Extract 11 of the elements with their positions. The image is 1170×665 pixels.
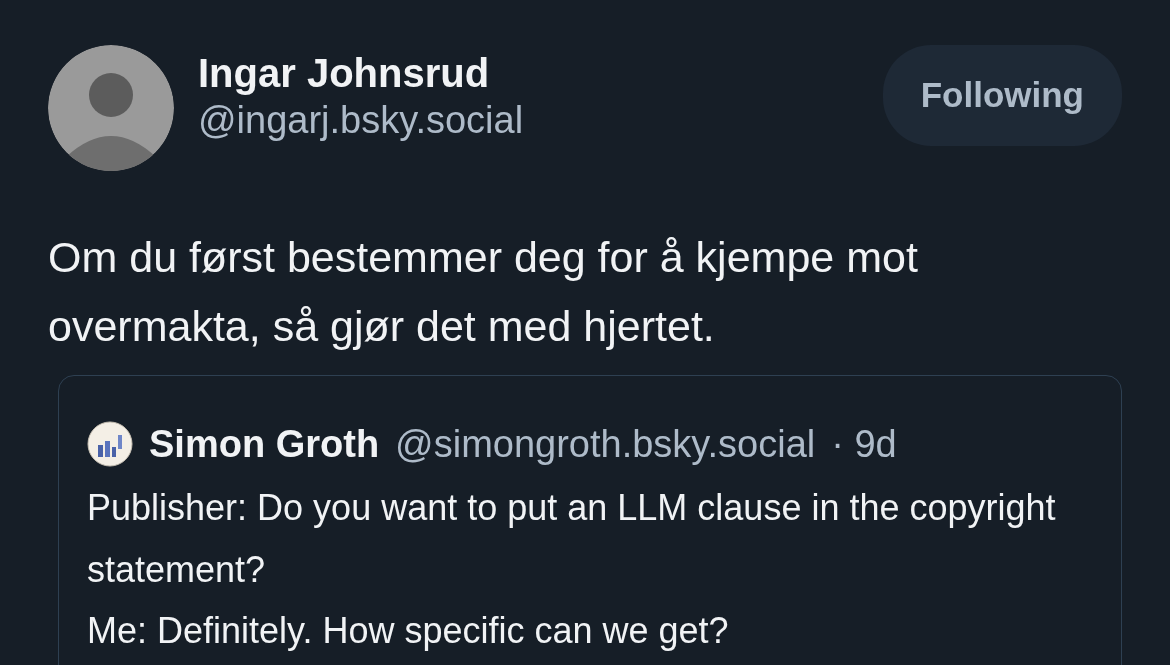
author-handle: @ingarj.bsky.social (198, 98, 525, 143)
quote-text: Publisher: Do you want to put an LLM clause in the copyright statement? (87, 485, 1057, 592)
quote-author-handle: @simongroth.bsky.social (395, 421, 816, 467)
bar-chart-avatar-icon (87, 421, 133, 468)
quote-author-name: Simon Groth (149, 421, 380, 467)
quote-time: · 9d (831, 421, 897, 467)
following-button[interactable]: Following (882, 45, 1122, 146)
post-text: Om du først bestemmer deg for å kjempe mot overmakta, så gjør det med hjertet. (48, 232, 919, 352)
author-name: Ingar Johnsrud (198, 50, 491, 97)
quote-text: Me: Definitely. How specific can we get? (87, 609, 730, 654)
quote-card[interactable]: Simon Groth @simongroth.bsky.social · 9d Publisher: Do you want to put an LLM clause in the copyright statement? Me: Definitely. How specific can we get? (58, 374, 1122, 665)
